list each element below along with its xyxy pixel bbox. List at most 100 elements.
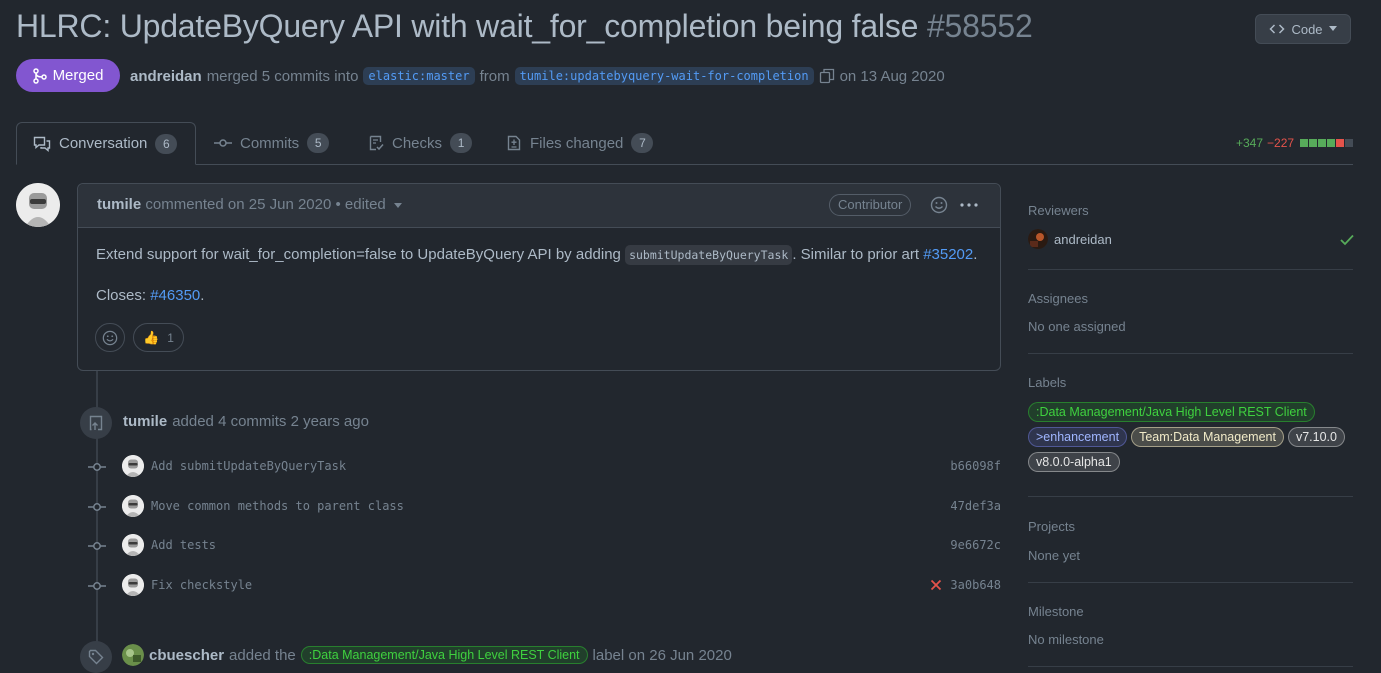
avatar[interactable] [122,574,144,596]
reviewers-title[interactable]: Reviewers [1028,203,1089,218]
avatar-image [122,644,144,666]
commit-sha[interactable]: 3a0b648 [930,578,1001,592]
label-v8-0-0-alpha1[interactable]: v8.0.0-alpha1 [1028,452,1120,472]
merge-text: merged 5 commits into [206,67,359,85]
merge-icon [32,67,47,84]
commit-row: Add submitUpdateByQueryTask b66098f [122,455,1001,477]
avatar[interactable] [122,455,144,477]
comment-box: tumile commented on 25 Jun 2020 • edited… [77,183,1001,371]
inline-code: submitUpdateByQueryTask [625,245,793,265]
event-text: added the [229,646,296,664]
tab-counter: 5 [307,133,330,153]
code-button-label: Code [1291,21,1323,37]
head-branch[interactable]: tumile:updatebyquery-wait-for-completion [514,67,814,85]
assignees-value: No one assigned [1028,319,1126,334]
commit-sha[interactable]: b66098f [950,459,1001,473]
tab-commits[interactable]: Commits 5 [198,122,345,164]
projects-value: None yet [1028,548,1081,563]
from-text: from [479,67,510,85]
label-v7-10-0[interactable]: v7.10.0 [1287,427,1345,447]
pr-meta: andreidan merged 5 commits into elastic:… [130,67,945,85]
event-text: added 4 commits 2 years ago [172,413,369,430]
commit-message[interactable]: Fix checkstyle [151,578,252,592]
merged-status-badge: Merged [16,59,120,92]
comment-author[interactable]: tumile [97,196,141,213]
event-author[interactable]: tumile [123,413,167,430]
thumbs-up-reaction[interactable]: 👍 1 [133,323,184,352]
assignees-title[interactable]: Assignees [1028,291,1088,306]
commit-icon [88,503,106,511]
x-failed-icon[interactable] [930,579,942,591]
merger-link[interactable]: andreidan [130,68,202,85]
base-branch[interactable]: elastic:master [363,67,475,85]
comment-meta-text[interactable]: commented on 25 Jun 2020 • edited [145,196,385,213]
labels-title[interactable]: Labels [1028,375,1066,390]
pr-number: #58552 [926,8,1033,44]
check-approved-icon [1340,234,1354,246]
tab-label: Conversation [59,135,148,152]
checklist-icon [369,135,384,151]
tab-counter: 1 [450,133,473,153]
repo-push-icon [89,415,103,431]
milestone-title[interactable]: Milestone [1028,604,1084,619]
projects-title[interactable]: Projects [1028,519,1075,534]
diff-additions: +347 [1236,136,1264,150]
copy-icon[interactable] [819,68,835,84]
tab-counter: 7 [631,133,654,153]
closes-label: Closes: [96,287,147,304]
commit-icon [88,542,106,550]
label-data-management-java[interactable]: :Data Management/Java High Level REST Cl… [1028,402,1315,422]
body-text: . [973,246,978,263]
commit-sha[interactable]: 9e6672c [950,538,1001,552]
diffstat: +347 −227 [1236,136,1354,150]
tab-checks[interactable]: Checks 1 [352,122,488,164]
label-enhancement[interactable]: >enhancement [1028,427,1128,447]
diff-deletions: −227 [1267,136,1295,150]
caret-down-icon[interactable] [393,203,402,209]
reviewer-item[interactable]: andreidan [1028,229,1112,249]
reaction-count: 1 [167,330,174,345]
labels-list: :Data Management/Java High Level REST Cl… [1028,402,1358,472]
avatar[interactable] [122,534,144,556]
avatar-image [122,455,144,477]
body-text: . Similar to prior art [792,246,920,263]
sidebar-divider [1028,496,1353,497]
avatar [1028,229,1048,249]
code-button[interactable]: Code [1255,14,1351,44]
commits-event: tumile added 4 commits 2 years ago [123,413,369,430]
tab-label: Files changed [530,134,624,152]
smiley-icon[interactable] [930,196,948,214]
event-author[interactable]: cbuescher [149,647,224,664]
commit-sha[interactable]: 47def3a [950,499,1001,513]
tab-conversation[interactable]: Conversation 6 [16,122,196,165]
commit-message[interactable]: Move common methods to parent class [151,499,404,513]
sidebar-divider [1028,269,1353,270]
tabs-divider [16,164,1353,165]
closes-line: Closes: #46350. [96,287,204,304]
label-data-management-java[interactable]: :Data Management/Java High Level REST Cl… [300,646,588,664]
caret-down-icon [1328,26,1337,31]
issue-link-35202[interactable]: #35202 [923,246,973,263]
merge-date: on 13 Aug 2020 [839,67,945,85]
tab-files-changed[interactable]: Files changed 7 [490,122,669,164]
tab-counter: 6 [155,133,178,154]
contributor-badge: Contributor [829,194,912,216]
issue-link-46350[interactable]: #46350 [150,287,200,304]
avatar[interactable] [16,183,60,227]
avatar[interactable] [122,495,144,517]
avatar[interactable] [122,644,144,666]
comment-header: tumile commented on 25 Jun 2020 • edited… [78,184,1000,228]
kebab-horizontal-icon[interactable] [960,203,978,207]
commit-message[interactable]: Add submitUpdateByQueryTask [151,459,346,473]
add-reaction-button[interactable] [95,323,125,352]
code-icon [1269,24,1286,34]
label-team-data-management[interactable]: Team:Data Management [1131,427,1284,447]
label-event-badge [80,641,112,673]
file-diff-icon [507,135,521,151]
commit-row: Move common methods to parent class 47de… [122,495,1001,517]
commit-row: Fix checkstyle 3a0b648 [122,574,1001,596]
status-label: Merged [52,67,104,84]
commit-message[interactable]: Add tests [151,538,216,552]
thumbs-up-icon: 👍 [143,329,160,345]
avatar-image [122,495,144,517]
